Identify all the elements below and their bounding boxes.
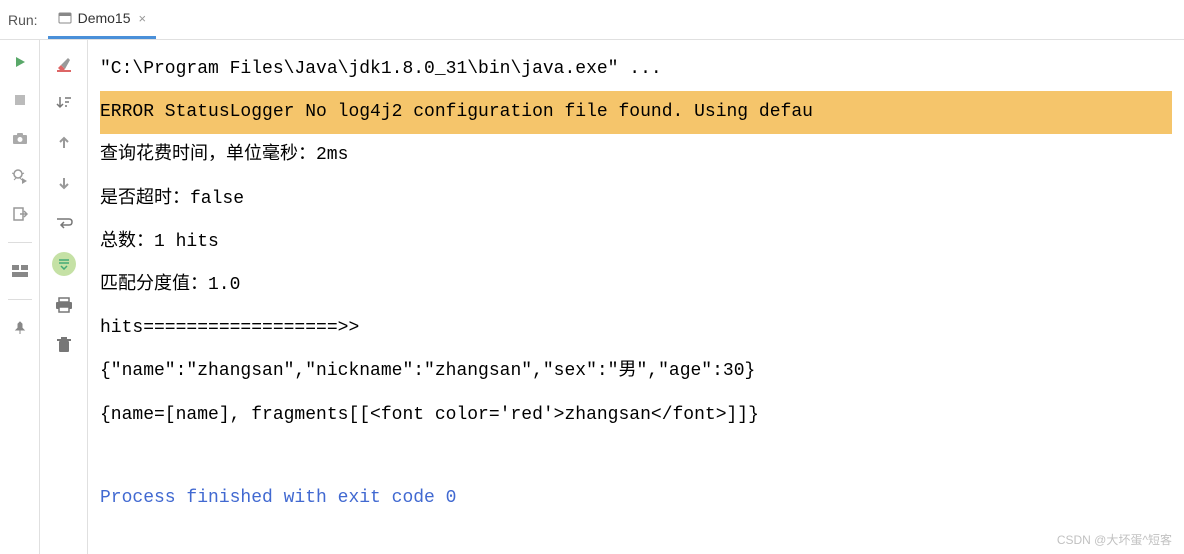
console-line: {name=[name], fragments[[<font color='re… (100, 394, 1172, 437)
trash-icon[interactable] (53, 334, 75, 356)
run-label: Run: (8, 12, 38, 28)
camera-icon[interactable] (10, 128, 30, 148)
run-config-icon (58, 11, 72, 25)
console-line: 总数：1 hits (100, 221, 1172, 264)
top-bar: Run: Demo15 × (0, 0, 1184, 40)
run-icon[interactable] (10, 52, 30, 72)
up-arrow-icon[interactable] (53, 132, 75, 154)
main-area: "C:\Program Files\Java\jdk1.8.0_31\bin\j… (0, 40, 1184, 554)
print-icon[interactable] (53, 294, 75, 316)
left-gutter (0, 40, 40, 554)
tab-demo15[interactable]: Demo15 × (48, 0, 157, 39)
console-line: "C:\Program Files\Java\jdk1.8.0_31\bin\j… (100, 48, 1172, 91)
pin-icon[interactable] (10, 318, 30, 338)
highlighter-icon[interactable] (53, 52, 75, 74)
process-exit-line: Process finished with exit code 0 (100, 477, 1172, 520)
second-gutter (40, 40, 88, 554)
console-line: 查询花费时间，单位毫秒：2ms (100, 134, 1172, 177)
watermark: CSDN @大坏蛋^短客 (1057, 531, 1172, 548)
stop-icon[interactable] (10, 90, 30, 110)
console-line: 是否超时：false (100, 178, 1172, 221)
down-arrow-icon[interactable] (53, 172, 75, 194)
layout-icon[interactable] (10, 261, 30, 281)
tab-label: Demo15 (78, 10, 131, 26)
separator (8, 242, 32, 243)
close-icon[interactable]: × (139, 11, 147, 26)
console-output[interactable]: "C:\Program Files\Java\jdk1.8.0_31\bin\j… (88, 40, 1184, 554)
console-line: {"name":"zhangsan","nickname":"zhangsan"… (100, 350, 1172, 393)
separator (8, 299, 32, 300)
console-line: hits==================>> (100, 307, 1172, 350)
exit-icon[interactable] (10, 204, 30, 224)
sort-icon[interactable] (53, 92, 75, 114)
console-line: 匹配分度值：1.0 (100, 264, 1172, 307)
bug-rerun-icon[interactable] (10, 166, 30, 186)
console-error-line: ERROR StatusLogger No log4j2 configurati… (100, 91, 1172, 134)
soft-wrap-icon[interactable] (53, 212, 75, 234)
scroll-to-end-icon[interactable] (52, 252, 76, 276)
